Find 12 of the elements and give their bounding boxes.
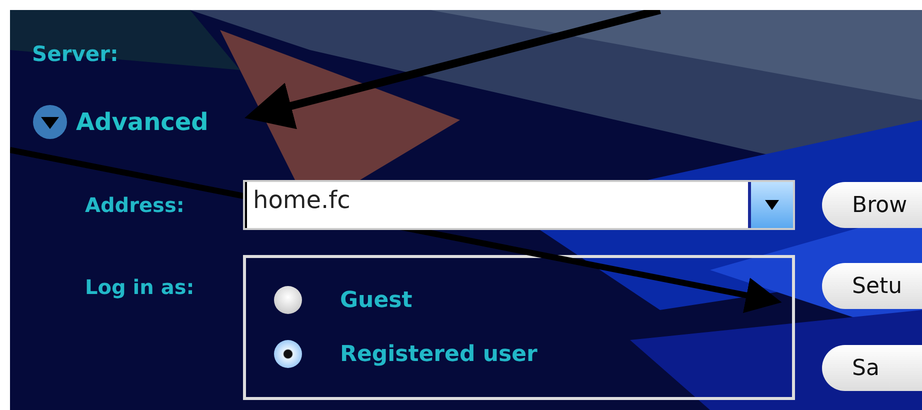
browse-button[interactable]: Brow — [822, 182, 922, 228]
save-button[interactable]: Sa — [822, 345, 922, 391]
advanced-label: Advanced — [76, 108, 208, 136]
server-label: Server: — [32, 42, 120, 66]
dropdown-button[interactable] — [748, 182, 793, 228]
radio-label: Guest — [340, 288, 412, 312]
address-combo-box[interactable]: home.fc — [243, 180, 795, 230]
radio-label: Registered user — [340, 342, 538, 366]
address-label: Address: — [85, 193, 186, 217]
disclosure-toggle[interactable] — [32, 104, 68, 140]
setup-button[interactable]: Setu — [822, 263, 922, 309]
login-label: Log in as: — [85, 275, 196, 299]
